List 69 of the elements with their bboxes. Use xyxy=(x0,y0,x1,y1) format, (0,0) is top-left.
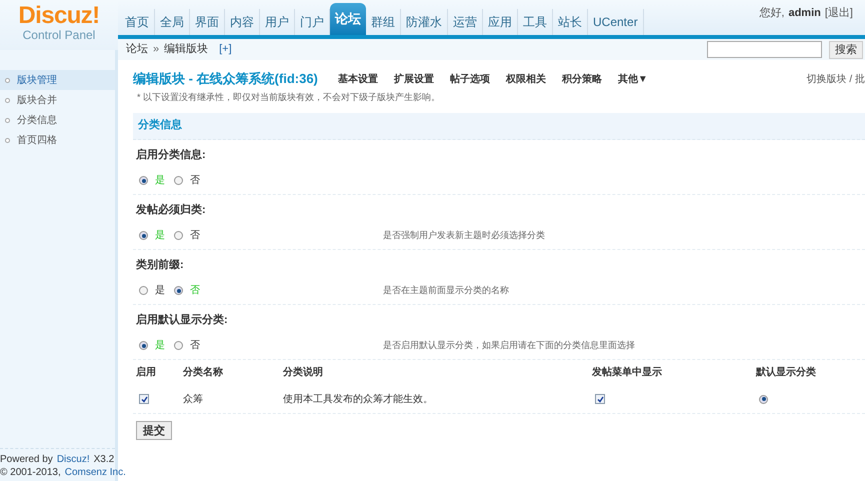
checkbox[interactable] xyxy=(595,394,605,404)
setting-description: 是否在主题前面显示分类的名称 xyxy=(383,284,509,297)
settings-tab[interactable]: 积分策略 xyxy=(562,72,602,86)
sidebar-item[interactable]: 版块管理 xyxy=(0,70,115,90)
greeting-text: 您好, xyxy=(759,6,784,21)
option-label: 否 xyxy=(190,174,200,187)
bullet-icon xyxy=(5,118,10,122)
breadcrumb-text: 编辑版块 xyxy=(164,42,208,58)
company-link[interactable]: Comsenz Inc. xyxy=(64,466,126,479)
settings-tab[interactable]: 扩展设置 xyxy=(394,72,434,86)
option-label: 否 xyxy=(190,284,200,297)
username-text: admin xyxy=(788,6,821,21)
breadcrumb-link[interactable]: 论坛 xyxy=(126,41,148,58)
radio-selected[interactable] xyxy=(759,394,768,404)
radio-button[interactable] xyxy=(174,176,183,185)
checkbox[interactable] xyxy=(139,394,149,404)
table-cell-text: 使用本工具发布的众筹才能生效。 xyxy=(283,392,434,406)
logo-text: Discuz! xyxy=(18,4,100,28)
column-header: 分类名称 xyxy=(183,366,224,380)
footer-text: Powered by xyxy=(0,453,53,466)
radio-selected[interactable] xyxy=(139,231,148,240)
radio-button[interactable] xyxy=(139,286,148,295)
radio-selected[interactable] xyxy=(139,176,148,185)
option-label: 是 xyxy=(155,174,165,187)
column-header: 默认显示分类 xyxy=(756,366,817,380)
sidebar-item[interactable]: 版块合并 xyxy=(0,90,115,110)
copyright-text: © 2001-2013, xyxy=(0,466,61,479)
radio-selected[interactable] xyxy=(174,286,183,295)
radio-selected[interactable] xyxy=(139,341,148,350)
settings-tab[interactable]: 其他▼ xyxy=(618,72,648,86)
settings-tab[interactable]: 权限相关 xyxy=(506,72,546,86)
column-header: 启用 xyxy=(136,365,157,380)
version-text: X3.2 xyxy=(94,453,114,466)
column-header: 分类说明 xyxy=(283,366,324,380)
bullet-icon xyxy=(5,98,10,102)
page-title: 编辑版块 - 在线众筹系统(fid:36) xyxy=(133,70,318,88)
setting-description: 是否强制用户发表新主题时必须选择分类 xyxy=(383,229,545,242)
setting-label: 启用默认显示分类: xyxy=(135,314,229,326)
setting-description: 是否启用默认显示分类，如果启用请在下面的分类信息里面选择 xyxy=(383,339,635,352)
switch-forum-link[interactable]: 切换版块 / 批 xyxy=(806,72,865,86)
radio-button[interactable] xyxy=(174,231,183,240)
bullet-icon xyxy=(5,78,10,82)
option-label: 是 xyxy=(155,229,165,242)
column-header: 发帖菜单中显示 xyxy=(592,366,663,380)
sidebar-item[interactable]: 分类信息 xyxy=(0,110,115,130)
option-label: 是 xyxy=(155,284,165,297)
add-shortcut-link[interactable]: [+] xyxy=(219,41,232,58)
option-label: 否 xyxy=(190,229,200,242)
sidebar-item[interactable]: 首页四格 xyxy=(0,130,115,150)
search-button[interactable]: 搜索 xyxy=(829,40,863,58)
logo-subtitle: Control Panel xyxy=(22,28,96,42)
section-title: 分类信息 xyxy=(138,118,182,134)
option-label: 否 xyxy=(190,339,200,352)
nav-tab[interactable]: 论坛 xyxy=(330,3,366,35)
settings-tab[interactable]: 基本设置 xyxy=(338,72,378,86)
setting-label: 类别前缀: xyxy=(135,258,185,272)
search-field[interactable] xyxy=(707,41,822,58)
setting-label: 启用分类信息: xyxy=(135,148,207,162)
submit-button[interactable]: 提交 xyxy=(136,421,172,440)
bullet-icon xyxy=(5,138,10,142)
footer-link[interactable]: Discuz! xyxy=(56,453,90,466)
logout-link[interactable]: [退出] xyxy=(824,5,853,22)
option-label: 是 xyxy=(155,339,165,352)
table-cell-text: 众筹 xyxy=(183,392,204,406)
radio-button[interactable] xyxy=(174,341,183,350)
notice-text: * 以下设置没有继承性，即仅对当前版块有效，不会对下级子版块产生影响。 xyxy=(137,91,442,104)
setting-label: 发帖必须归类: xyxy=(134,204,207,216)
settings-tab[interactable]: 帖子选项 xyxy=(450,72,490,86)
breadcrumb-separator: » xyxy=(153,42,160,58)
